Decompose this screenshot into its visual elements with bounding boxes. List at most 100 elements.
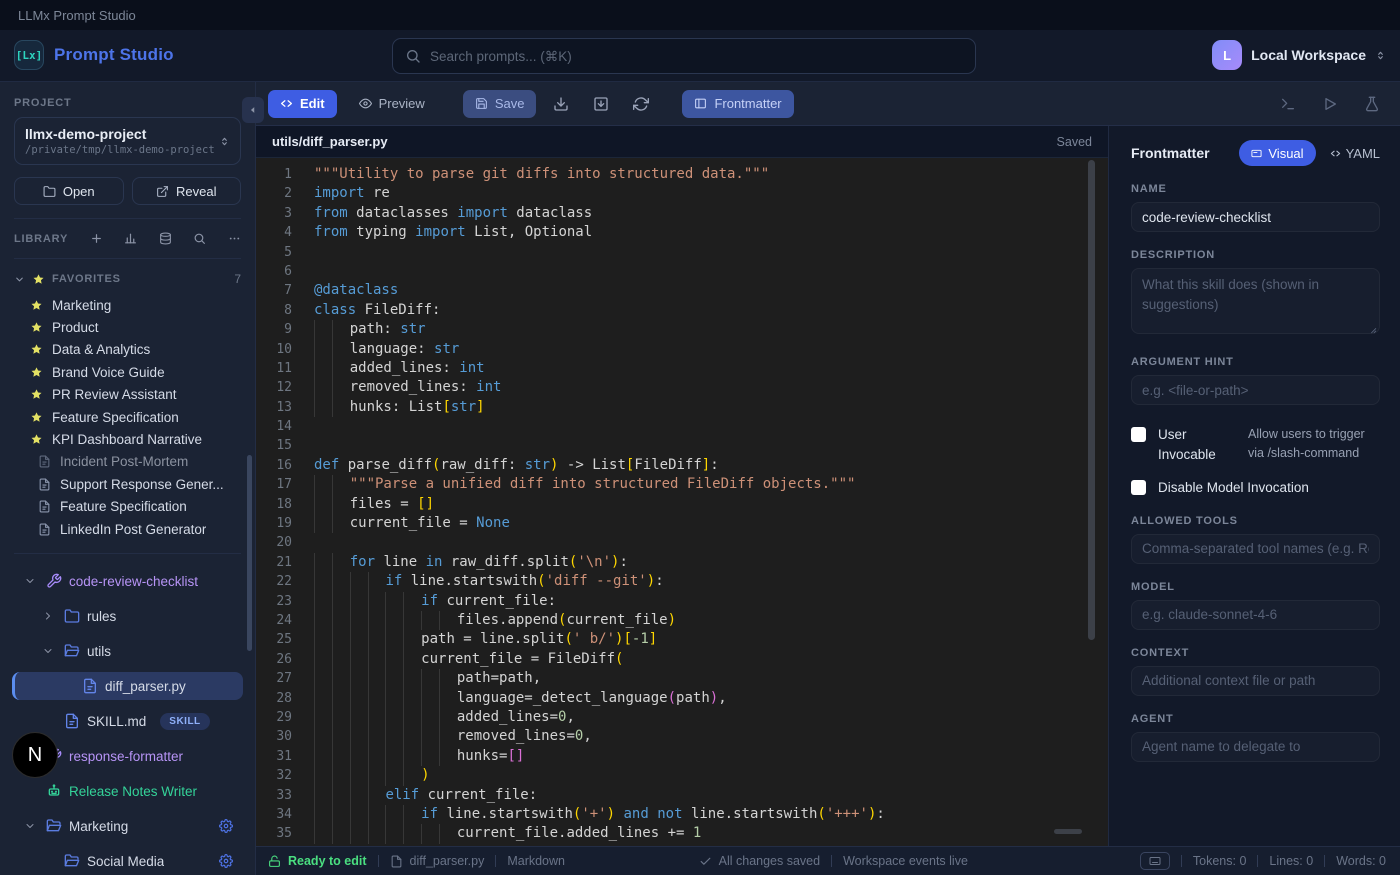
code-line bbox=[314, 243, 1108, 262]
favorite-label: KPI Dashboard Narrative bbox=[52, 432, 202, 447]
tree-item-social-media[interactable]: Social Media bbox=[12, 847, 243, 875]
code-line bbox=[314, 533, 1108, 552]
favorite-item[interactable]: Marketing bbox=[14, 294, 241, 316]
skill-badge: SKILL bbox=[160, 713, 209, 730]
status-filename-label: diff_parser.py bbox=[410, 854, 485, 868]
disable-model-invocation-checkbox[interactable] bbox=[1131, 480, 1146, 495]
more-options-icon[interactable] bbox=[228, 232, 241, 245]
favorite-item[interactable]: Data & Analytics bbox=[14, 339, 241, 361]
line-number: 12 bbox=[256, 378, 292, 397]
code-line: from typing import List, Optional bbox=[314, 223, 1108, 242]
allowed-tools-field-label: ALLOWED TOOLS bbox=[1131, 515, 1380, 527]
file-icon bbox=[38, 455, 51, 468]
code-line: hunks: List[str] bbox=[314, 398, 1108, 417]
tree-item-label: code-review-checklist bbox=[69, 574, 198, 589]
keyboard-shortcuts-button[interactable] bbox=[1140, 852, 1170, 870]
divider bbox=[831, 855, 832, 867]
code-line: path = line.split(' b/')[-1] bbox=[314, 630, 1108, 649]
chevron-down-icon[interactable] bbox=[42, 645, 64, 657]
argument-hint-field-label: ARGUMENT HINT bbox=[1131, 356, 1380, 368]
line-number: 11 bbox=[256, 359, 292, 378]
yaml-mode-button[interactable]: YAML bbox=[1330, 146, 1380, 161]
editor-horizontal-scrollbar[interactable] bbox=[1054, 829, 1082, 834]
line-number: 34 bbox=[256, 805, 292, 824]
search-input[interactable] bbox=[430, 49, 963, 64]
open-project-button[interactable]: Open bbox=[14, 177, 124, 205]
tree-item-marketing[interactable]: Marketing bbox=[12, 812, 243, 840]
tree-item-code-review-checklist[interactable]: code-review-checklist bbox=[12, 567, 243, 595]
document-item[interactable]: LinkedIn Post Generator bbox=[14, 518, 241, 540]
workspace-switcher[interactable]: L Local Workspace bbox=[1212, 40, 1386, 70]
line-number: 20 bbox=[256, 533, 292, 552]
gear-icon[interactable] bbox=[219, 819, 233, 833]
edit-tab-button[interactable]: Edit bbox=[268, 90, 337, 118]
save-button[interactable]: Save bbox=[463, 90, 537, 118]
context-field-label: CONTEXT bbox=[1131, 647, 1380, 659]
code-editor[interactable]: 1234567891011121314151617181920212223242… bbox=[256, 158, 1108, 846]
chevron-down-icon[interactable] bbox=[24, 820, 46, 832]
chevron-right-icon[interactable] bbox=[42, 610, 64, 622]
tree-item-release-notes-writer[interactable]: Release Notes Writer bbox=[12, 777, 243, 805]
visual-mode-button[interactable]: Visual bbox=[1239, 140, 1315, 166]
user-invocable-checkbox[interactable] bbox=[1131, 427, 1146, 442]
line-number: 23 bbox=[256, 592, 292, 611]
preview-tab-button[interactable]: Preview bbox=[347, 90, 437, 118]
tree-item-diff-parser-py[interactable]: diff_parser.py bbox=[12, 672, 243, 700]
code-line: path=path, bbox=[314, 669, 1108, 688]
document-label: Support Response Gener... bbox=[60, 477, 224, 492]
context-field[interactable] bbox=[1131, 666, 1380, 696]
code-icon bbox=[280, 97, 293, 110]
resize-handle-icon[interactable] bbox=[1367, 324, 1377, 334]
tree-item-skill-md[interactable]: SKILL.md SKILL bbox=[12, 707, 243, 735]
tree-item-utils[interactable]: utils bbox=[12, 637, 243, 665]
collapse-sidebar-button[interactable] bbox=[242, 97, 264, 123]
argument-hint-field[interactable] bbox=[1131, 375, 1380, 405]
document-item[interactable]: Incident Post-Mortem bbox=[14, 451, 241, 473]
document-item[interactable]: Support Response Gener... bbox=[14, 473, 241, 495]
search-box[interactable] bbox=[392, 38, 976, 74]
favorite-item[interactable]: Brand Voice Guide bbox=[14, 361, 241, 383]
reveal-project-button[interactable]: Reveal bbox=[132, 177, 242, 205]
name-field[interactable] bbox=[1131, 202, 1380, 232]
gear-icon[interactable] bbox=[219, 854, 233, 868]
document-item[interactable]: Feature Specification bbox=[14, 496, 241, 518]
model-field[interactable] bbox=[1131, 600, 1380, 630]
sidebar-scrollbar[interactable] bbox=[247, 455, 252, 651]
project-selector[interactable]: llmx-demo-project /private/tmp/llmx-demo… bbox=[14, 117, 241, 165]
favorite-item[interactable]: PR Review Assistant bbox=[14, 384, 241, 406]
search-icon[interactable] bbox=[193, 232, 206, 245]
import-button[interactable] bbox=[586, 90, 616, 118]
refresh-button[interactable] bbox=[626, 90, 656, 118]
allowed-tools-field[interactable] bbox=[1131, 534, 1380, 564]
status-bar: Ready to edit diff_parser.py Markdown Al… bbox=[256, 846, 1400, 875]
line-number: 18 bbox=[256, 495, 292, 514]
star-icon bbox=[30, 366, 43, 379]
add-icon[interactable] bbox=[90, 232, 103, 245]
file-title-bar: utils/diff_parser.py Saved bbox=[256, 126, 1108, 158]
run-icon[interactable] bbox=[1322, 96, 1338, 112]
description-field[interactable] bbox=[1131, 268, 1380, 334]
word-count: Words: 0 bbox=[1336, 854, 1386, 868]
code-lines[interactable]: """Utility to parse git diffs into struc… bbox=[314, 165, 1108, 846]
name-field-label: NAME bbox=[1131, 183, 1380, 195]
dev-overlay-button[interactable]: N bbox=[12, 732, 58, 778]
tree-item-rules[interactable]: rules bbox=[12, 602, 243, 630]
workspace-events-status: Workspace events live bbox=[843, 854, 968, 868]
editor-vertical-scrollbar[interactable] bbox=[1088, 160, 1095, 640]
agent-field[interactable] bbox=[1131, 732, 1380, 762]
app-window: LLMx Prompt Studio [Lx] Prompt Studio L … bbox=[0, 0, 1400, 875]
database-icon[interactable] bbox=[159, 232, 172, 245]
chevron-down-icon[interactable] bbox=[24, 575, 46, 587]
tree-item-label: diff_parser.py bbox=[105, 679, 186, 694]
favorites-header[interactable]: FAVORITES 7 bbox=[14, 272, 241, 286]
folder-open-icon bbox=[46, 818, 69, 834]
favorite-item[interactable]: Product bbox=[14, 316, 241, 338]
code-line: for line in raw_diff.split('\n'): bbox=[314, 553, 1108, 572]
bar-chart-icon[interactable] bbox=[124, 232, 137, 245]
terminal-icon[interactable] bbox=[1280, 96, 1296, 112]
flask-icon[interactable] bbox=[1364, 96, 1380, 112]
download-button[interactable] bbox=[546, 90, 576, 118]
frontmatter-toggle-button[interactable]: Frontmatter bbox=[682, 90, 793, 118]
favorite-item[interactable]: KPI Dashboard Narrative bbox=[14, 428, 241, 450]
favorite-item[interactable]: Feature Specification bbox=[14, 406, 241, 428]
